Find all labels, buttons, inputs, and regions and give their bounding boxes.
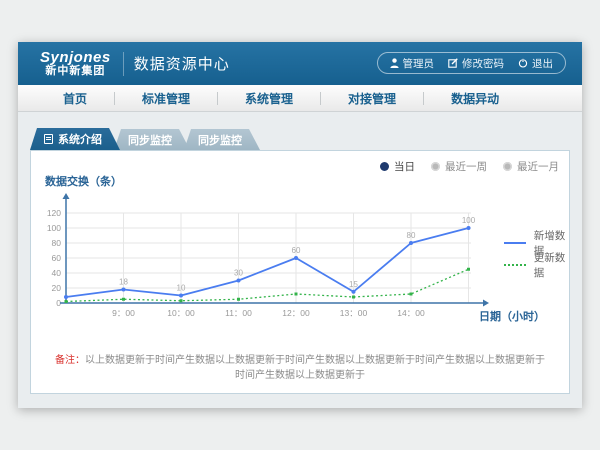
svg-text:11：00: 11：00 [225,308,252,318]
admin-user-button[interactable]: 管理员 [390,56,435,71]
x-axis-title: 日期（小时） [479,308,545,324]
content-panel: 当日 最近一周 最近一月 数据交换（条） 0204060801001209：00… [30,150,570,394]
svg-text:18: 18 [119,278,128,287]
legend-item-updated-data: 更新数据 [504,254,569,276]
edit-icon [448,58,458,68]
logo: Synjones 新中新集团 [40,50,111,77]
nav-item-data-change[interactable]: 数据异动 [424,90,526,107]
svg-text:12：00: 12：00 [282,308,310,318]
user-icon [390,58,399,68]
svg-text:13：00: 13：00 [340,308,368,318]
page-title: 数据资源中心 [134,53,230,74]
change-password-button[interactable]: 修改密码 [448,56,504,71]
svg-text:14：00: 14：00 [397,308,425,318]
logout-label: 退出 [532,56,553,71]
svg-text:100: 100 [47,223,61,233]
svg-text:10: 10 [177,284,186,293]
svg-text:9：00: 9：00 [112,308,135,318]
svg-text:80: 80 [52,238,62,248]
tab-label: 同步监控 [198,132,242,148]
legend-label: 更新数据 [534,250,569,280]
app-window: Synjones 新中新集团 数据资源中心 管理员 修改密码 [18,42,582,408]
nav-item-system-mgmt[interactable]: 系统管理 [218,90,320,107]
svg-text:40: 40 [52,268,62,278]
power-icon [518,58,528,68]
header-divider [123,52,124,76]
footnote: 备注：以上数据更新于时间产生数据以上数据更新于时间产生数据以上数据更新于时间产生… [31,351,569,381]
nav-item-interface-mgmt[interactable]: 对接管理 [321,90,423,107]
user-toolbar: 管理员 修改密码 退出 [377,52,567,74]
footnote-text: 以上数据更新于时间产生数据以上数据更新于时间产生数据以上数据更新于时间产生数据以… [85,355,545,381]
svg-text:80: 80 [407,231,416,240]
svg-text:60: 60 [52,253,62,263]
svg-text:15: 15 [349,280,358,289]
svg-text:20: 20 [52,283,62,293]
nav-item-home[interactable]: 首页 [36,90,114,107]
footnote-prefix: 备注： [55,355,85,366]
svg-text:100: 100 [462,216,476,225]
tab-sync-monitor-2[interactable]: 同步监控 [184,129,260,150]
main-nav: 首页 标准管理 系统管理 对接管理 数据异动 [18,85,582,112]
logout-button[interactable]: 退出 [518,56,553,71]
tab-system-intro[interactable]: 系统介绍 [30,128,120,150]
solid-line-icon [504,242,526,244]
tab-bar: 系统介绍 同步监控 同步监控 [30,128,254,150]
change-password-label: 修改密码 [462,56,504,71]
tab-label: 系统介绍 [58,131,102,147]
svg-text:10：00: 10：00 [167,308,195,318]
tab-sync-monitor-1[interactable]: 同步监控 [114,129,190,150]
logo-sub: 新中新集团 [40,66,111,78]
tab-label: 同步监控 [128,132,172,148]
nav-item-standard-mgmt[interactable]: 标准管理 [115,90,217,107]
app-header: Synjones 新中新集团 数据资源中心 管理员 修改密码 [18,42,582,85]
dotted-line-icon [504,264,526,266]
svg-text:60: 60 [292,246,301,255]
svg-text:30: 30 [234,269,243,278]
logo-brand: Synjones [40,50,111,66]
chart-legend: 新增数据 更新数据 [504,232,569,276]
svg-text:120: 120 [47,208,61,218]
admin-label: 管理员 [403,56,435,71]
document-icon [44,134,53,144]
